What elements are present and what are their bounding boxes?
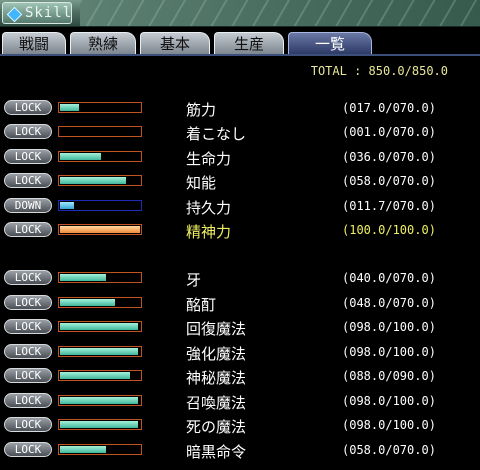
- diamond-icon: [6, 6, 23, 23]
- tab-basic[interactable]: 基本: [140, 32, 210, 54]
- lock-toggle-button[interactable]: LOCK: [4, 319, 52, 334]
- skill-row: LOCK 牙 (040.0/070.0): [0, 268, 480, 290]
- skill-tabs: 戦闘 熟練 基本 生産 一覧: [0, 30, 480, 56]
- skill-row: LOCK 死の魔法 (098.0/100.0): [0, 415, 480, 437]
- tab-production[interactable]: 生産: [214, 32, 284, 54]
- skill-progress-fill: [60, 226, 140, 233]
- skill-row: LOCK 着こなし (001.0/070.0): [0, 122, 480, 144]
- skill-progress-fill: [60, 202, 74, 209]
- skill-progress-fill: [60, 153, 101, 160]
- skill-name: 生命力: [186, 150, 232, 168]
- skill-value: (001.0/070.0): [342, 125, 436, 139]
- skill-progress-bar: [58, 395, 142, 406]
- skill-progress-fill: [60, 421, 138, 428]
- total-points: TOTAL : 850.0/850.0: [310, 64, 448, 78]
- skill-value: (098.0/100.0): [342, 320, 436, 334]
- skill-progress-bar: [58, 321, 142, 332]
- title-decoration: [80, 0, 480, 26]
- skill-progress-bar: [58, 126, 142, 137]
- lock-toggle-button[interactable]: LOCK: [4, 222, 52, 237]
- skill-name: 回復魔法: [186, 320, 247, 338]
- skill-progress-bar: [58, 200, 142, 211]
- tab-battle[interactable]: 戦闘: [2, 32, 66, 54]
- skill-progress-bar: [58, 175, 142, 186]
- skill-name: 神秘魔法: [186, 369, 247, 387]
- window-title-tab[interactable]: Skill: [2, 2, 72, 24]
- skill-progress-fill: [60, 372, 130, 379]
- skill-name: 精神力: [186, 223, 232, 241]
- skill-row: LOCK 強化魔法 (098.0/100.0): [0, 342, 480, 364]
- skill-progress-fill: [60, 397, 138, 404]
- skill-progress-fill: [60, 348, 138, 355]
- skill-row: DOWN 持久力 (011.7/070.0): [0, 196, 480, 218]
- skill-progress-bar: [58, 346, 142, 357]
- skill-name: 牙: [186, 271, 202, 289]
- skill-value: (058.0/070.0): [342, 174, 436, 188]
- lock-toggle-button[interactable]: LOCK: [4, 295, 52, 310]
- skill-value: (048.0/070.0): [342, 296, 436, 310]
- skill-name: 筋力: [186, 101, 217, 119]
- skill-progress-bar: [58, 419, 142, 430]
- skill-value: (100.0/100.0): [342, 223, 436, 237]
- skill-row: LOCK 生命力 (036.0/070.0): [0, 147, 480, 169]
- skill-value: (098.0/100.0): [342, 418, 436, 432]
- skill-progress-bar: [58, 297, 142, 308]
- skill-name: 召喚魔法: [186, 394, 247, 412]
- skill-name: 強化魔法: [186, 345, 247, 363]
- skill-progress-fill: [60, 274, 106, 281]
- skill-row: LOCK 精神力 (100.0/100.0): [0, 220, 480, 242]
- skill-value: (011.7/070.0): [342, 199, 436, 213]
- down-toggle-button[interactable]: DOWN: [4, 198, 52, 213]
- skill-progress-bar: [58, 224, 142, 235]
- skill-name: 暗黒命令: [186, 443, 247, 461]
- lock-toggle-button[interactable]: LOCK: [4, 344, 52, 359]
- lock-toggle-button[interactable]: LOCK: [4, 173, 52, 188]
- skill-row: LOCK 筋力 (017.0/070.0): [0, 98, 480, 120]
- skill-row: LOCK 神秘魔法 (088.0/090.0): [0, 366, 480, 388]
- skill-progress-fill: [60, 104, 79, 111]
- skill-name: 知能: [186, 174, 217, 192]
- lock-toggle-button[interactable]: LOCK: [4, 270, 52, 285]
- skill-value: (017.0/070.0): [342, 101, 436, 115]
- skill-progress-bar: [58, 102, 142, 113]
- skill-progress-fill: [60, 177, 126, 184]
- tab-list[interactable]: 一覧: [288, 32, 372, 54]
- skill-progress-bar: [58, 370, 142, 381]
- window-title: Skill: [25, 5, 73, 21]
- skill-row: LOCK 召喚魔法 (098.0/100.0): [0, 391, 480, 413]
- skill-name: 死の魔法: [186, 418, 247, 436]
- skill-progress-bar: [58, 272, 142, 283]
- skill-name: 持久力: [186, 199, 232, 217]
- skill-value: (098.0/100.0): [342, 394, 436, 408]
- skill-value: (088.0/090.0): [342, 369, 436, 383]
- skill-progress-bar: [58, 151, 142, 162]
- skill-value: (040.0/070.0): [342, 271, 436, 285]
- skill-row: LOCK 知能 (058.0/070.0): [0, 171, 480, 193]
- title-bar: Skill: [0, 0, 480, 27]
- lock-toggle-button[interactable]: LOCK: [4, 100, 52, 115]
- skill-row: LOCK 酩酊 (048.0/070.0): [0, 293, 480, 315]
- skill-progress-fill: [60, 299, 115, 306]
- skill-value: (058.0/070.0): [342, 443, 436, 457]
- skill-row: LOCK 回復魔法 (098.0/100.0): [0, 317, 480, 339]
- skill-progress-fill: [60, 446, 106, 453]
- lock-toggle-button[interactable]: LOCK: [4, 417, 52, 432]
- skill-name: 着こなし: [186, 125, 247, 143]
- lock-toggle-button[interactable]: LOCK: [4, 442, 52, 457]
- skill-value: (036.0/070.0): [342, 150, 436, 164]
- skill-progress-bar: [58, 444, 142, 455]
- lock-toggle-button[interactable]: LOCK: [4, 393, 52, 408]
- skill-name: 酩酊: [186, 296, 217, 314]
- tab-proficiency[interactable]: 熟練: [70, 32, 136, 54]
- skill-progress-fill: [60, 323, 138, 330]
- lock-toggle-button[interactable]: LOCK: [4, 124, 52, 139]
- lock-toggle-button[interactable]: LOCK: [4, 368, 52, 383]
- skill-row: LOCK 暗黒命令 (058.0/070.0): [0, 440, 480, 462]
- lock-toggle-button[interactable]: LOCK: [4, 149, 52, 164]
- skill-value: (098.0/100.0): [342, 345, 436, 359]
